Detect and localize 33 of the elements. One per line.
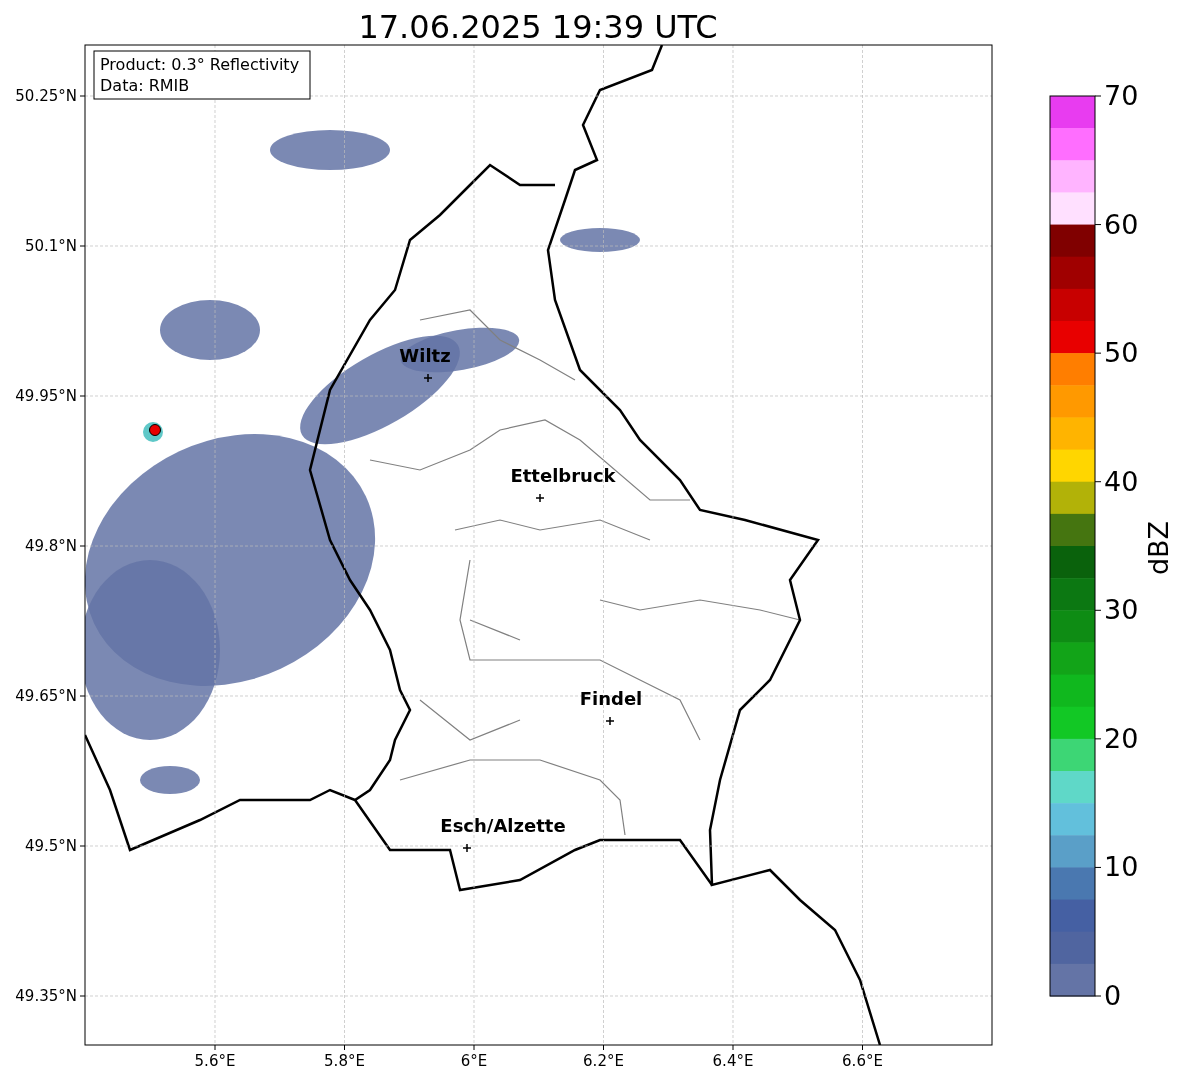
- colorbar-tick-label: 20: [1104, 722, 1139, 754]
- axis-tick-label: 50.25°N: [15, 87, 77, 105]
- city-marker-icon: [423, 373, 433, 383]
- city-marker-icon: [605, 716, 615, 726]
- colorbar-tick-label: 50: [1104, 337, 1139, 369]
- city-label: Esch/Alzette: [440, 815, 566, 836]
- city-label: Findel: [579, 688, 643, 709]
- colorbar-tick-label: 30: [1104, 594, 1139, 626]
- colorbar-tick-label: 0: [1104, 980, 1122, 1011]
- axis-tick-label: 49.35°N: [15, 987, 77, 1005]
- axis-tick-label: 5.8°E: [324, 1052, 365, 1070]
- colorbar-tick-label: 70: [1104, 80, 1139, 111]
- axis-tick-label: 49.8°N: [24, 537, 77, 555]
- chart-title: 17.06.2025 19:39 UTC: [358, 8, 718, 46]
- info-text: Data: RMIB: [100, 76, 190, 95]
- city-label: Wiltz: [399, 345, 451, 366]
- city-label: Ettelbruck: [510, 465, 616, 486]
- info-text: Product: 0.3° Reflectivity: [100, 55, 300, 74]
- axis-tick-label: 6.6°E: [842, 1052, 883, 1070]
- axis-tick-label: 49.65°N: [15, 687, 77, 705]
- axis-tick-label: 49.95°N: [15, 387, 77, 405]
- colorbar-tick-label: 60: [1104, 208, 1139, 240]
- city-marker-icon: [535, 493, 545, 503]
- axis-tick-label: 5.6°E: [194, 1052, 236, 1070]
- axis-tick-label: 6.2°E: [583, 1052, 624, 1070]
- colorbar-tick-label: 10: [1104, 851, 1139, 883]
- colorbar-tick-label: 40: [1104, 465, 1139, 497]
- axis-tick-label: 6.4°E: [712, 1052, 754, 1070]
- axis-tick-label: 6°E: [460, 1052, 488, 1070]
- city-marker-icon: [462, 843, 472, 853]
- colorbar-label: dBZ: [1143, 520, 1174, 576]
- axis-tick-label: 50.1°N: [24, 237, 77, 255]
- axis-tick-label: 49.5°N: [24, 837, 77, 855]
